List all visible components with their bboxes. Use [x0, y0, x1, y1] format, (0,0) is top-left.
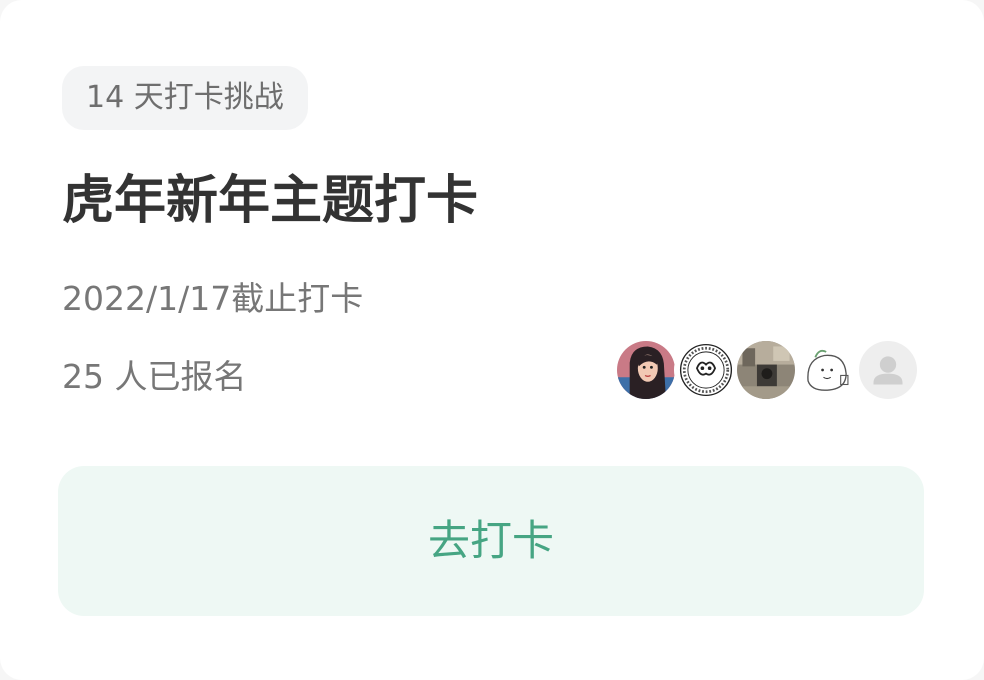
challenge-title: 虎年新年主题打卡: [62, 171, 479, 231]
participant-avatar-portrait: [614, 338, 678, 402]
check-in-button[interactable]: 去打卡: [58, 466, 924, 616]
participant-avatars[interactable]: [614, 338, 924, 404]
participant-avatar-photo: [734, 338, 798, 402]
default-user-icon: [856, 338, 920, 402]
participant-avatar-sketch: [796, 338, 860, 402]
participant-avatar-emblem: [674, 338, 738, 402]
deadline-text: 2022/1/17截止打卡: [62, 279, 364, 318]
challenge-card: 14 天打卡挑战 虎年新年主题打卡 2022/1/17截止打卡 25 人已报名: [0, 0, 984, 680]
challenge-duration-tag: 14 天打卡挑战: [62, 66, 308, 130]
participants-count: 25 人已报名: [62, 357, 247, 396]
